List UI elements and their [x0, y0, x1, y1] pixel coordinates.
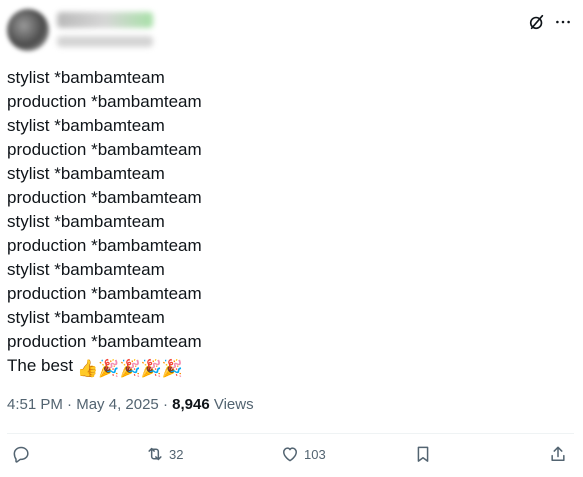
share-icon — [551, 446, 565, 461]
tweet-line: stylist *bambamteam — [7, 308, 165, 327]
tweet-line: stylist *bambamteam — [7, 212, 165, 231]
tweet-text: stylist *bambamteam production *bambamte… — [7, 66, 567, 381]
party-popper-emoji: 🎉 — [140, 359, 162, 378]
grok-icon[interactable] — [527, 12, 547, 32]
tweet-line: stylist *bambamteam — [7, 260, 165, 279]
views-count: 8,946 — [172, 396, 210, 413]
tweet-date[interactable]: May 4, 2025 — [76, 396, 159, 413]
like-count: 103 — [304, 446, 326, 462]
avatar[interactable] — [7, 9, 49, 51]
author-handle-blurred[interactable] — [57, 36, 153, 47]
tweet-line: production *bambamteam — [7, 332, 202, 351]
retweet-icon — [148, 447, 162, 461]
more-icon[interactable] — [552, 12, 574, 32]
tweet-last-line: The best 👍 🎉 🎉 🎉 🎉 — [7, 354, 567, 381]
tweet-line: production *bambamteam — [7, 140, 202, 159]
meta-separator: · — [162, 396, 168, 413]
divider — [7, 433, 574, 434]
retweet-button[interactable]: 32 — [145, 444, 183, 464]
action-bar: 32 103 — [0, 440, 583, 474]
reply-button[interactable] — [11, 444, 35, 464]
tweet-line: production *bambamteam — [7, 236, 202, 255]
party-popper-emoji: 🎉 — [119, 359, 141, 378]
views-label: Views — [213, 396, 254, 413]
meta-separator: · — [67, 396, 73, 413]
reply-icon — [13, 446, 29, 463]
emoji-row: 👍 🎉 🎉 🎉 🎉 — [77, 357, 183, 381]
tweet-time[interactable]: 4:51 PM — [7, 396, 63, 413]
tweet-line: production *bambamteam — [7, 284, 202, 303]
tweet-line: stylist *bambamteam — [7, 116, 165, 135]
author-name-blurred[interactable] — [57, 12, 153, 28]
tweet-meta: 4:51 PM · May 4, 2025 · 8,946 Views — [7, 396, 254, 413]
tweet-last-line-text: The best — [7, 356, 74, 375]
bookmark-button[interactable] — [413, 444, 433, 464]
party-popper-emoji: 🎉 — [98, 359, 120, 378]
tweet-line: stylist *bambamteam — [7, 164, 165, 183]
tweet-header — [0, 0, 583, 60]
tweet-line: production *bambamteam — [7, 92, 202, 111]
retweet-count: 32 — [169, 446, 184, 462]
like-button[interactable]: 103 — [280, 444, 326, 464]
tweet-line: production *bambamteam — [7, 188, 202, 207]
heart-icon — [283, 447, 297, 462]
party-popper-emoji: 🎉 — [161, 359, 184, 378]
share-button[interactable] — [548, 444, 568, 464]
thumbs-up-emoji: 👍 — [77, 359, 99, 378]
tweet-line: stylist *bambamteam — [7, 68, 165, 87]
bookmark-icon — [417, 446, 429, 462]
